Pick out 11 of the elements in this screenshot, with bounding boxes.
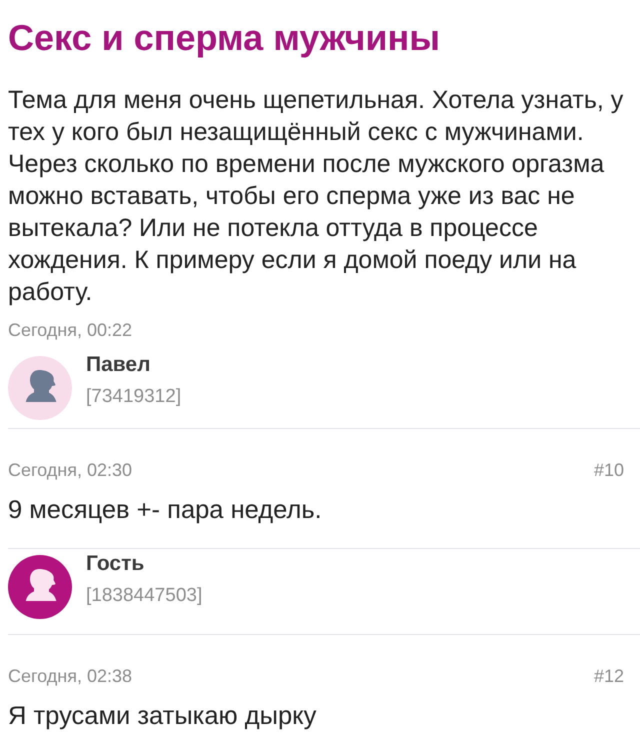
- author-name[interactable]: Гость: [86, 555, 202, 573]
- reply-text: 9 месяцев +- пара недель.: [8, 495, 323, 525]
- topic-text: Тема для меня очень щепетильная. Хотела узнать, у тех у кого был незащищённый секс с мужчинами. Через сколько по времени после мужского оргазма можно вставать, чтобы его сперма уже из вас не вытекала? Или не потекла оттуда в процессе хождения. К примеру если я домой поеду или на работу.: [8, 85, 624, 308]
- author-id: [73419312]: [86, 386, 182, 408]
- author-id: [1838447503]: [86, 585, 202, 607]
- author-name[interactable]: Павел: [86, 356, 182, 374]
- reply-text: Я трусами затыкаю дырку: [8, 701, 318, 731]
- post-date: Сегодня, 02:30: [8, 459, 132, 481]
- post-date: Сегодня, 00:22: [8, 319, 134, 341]
- post-date: Сегодня, 02:38: [8, 665, 132, 687]
- topic-title: Секс и сперма мужчины: [8, 16, 441, 60]
